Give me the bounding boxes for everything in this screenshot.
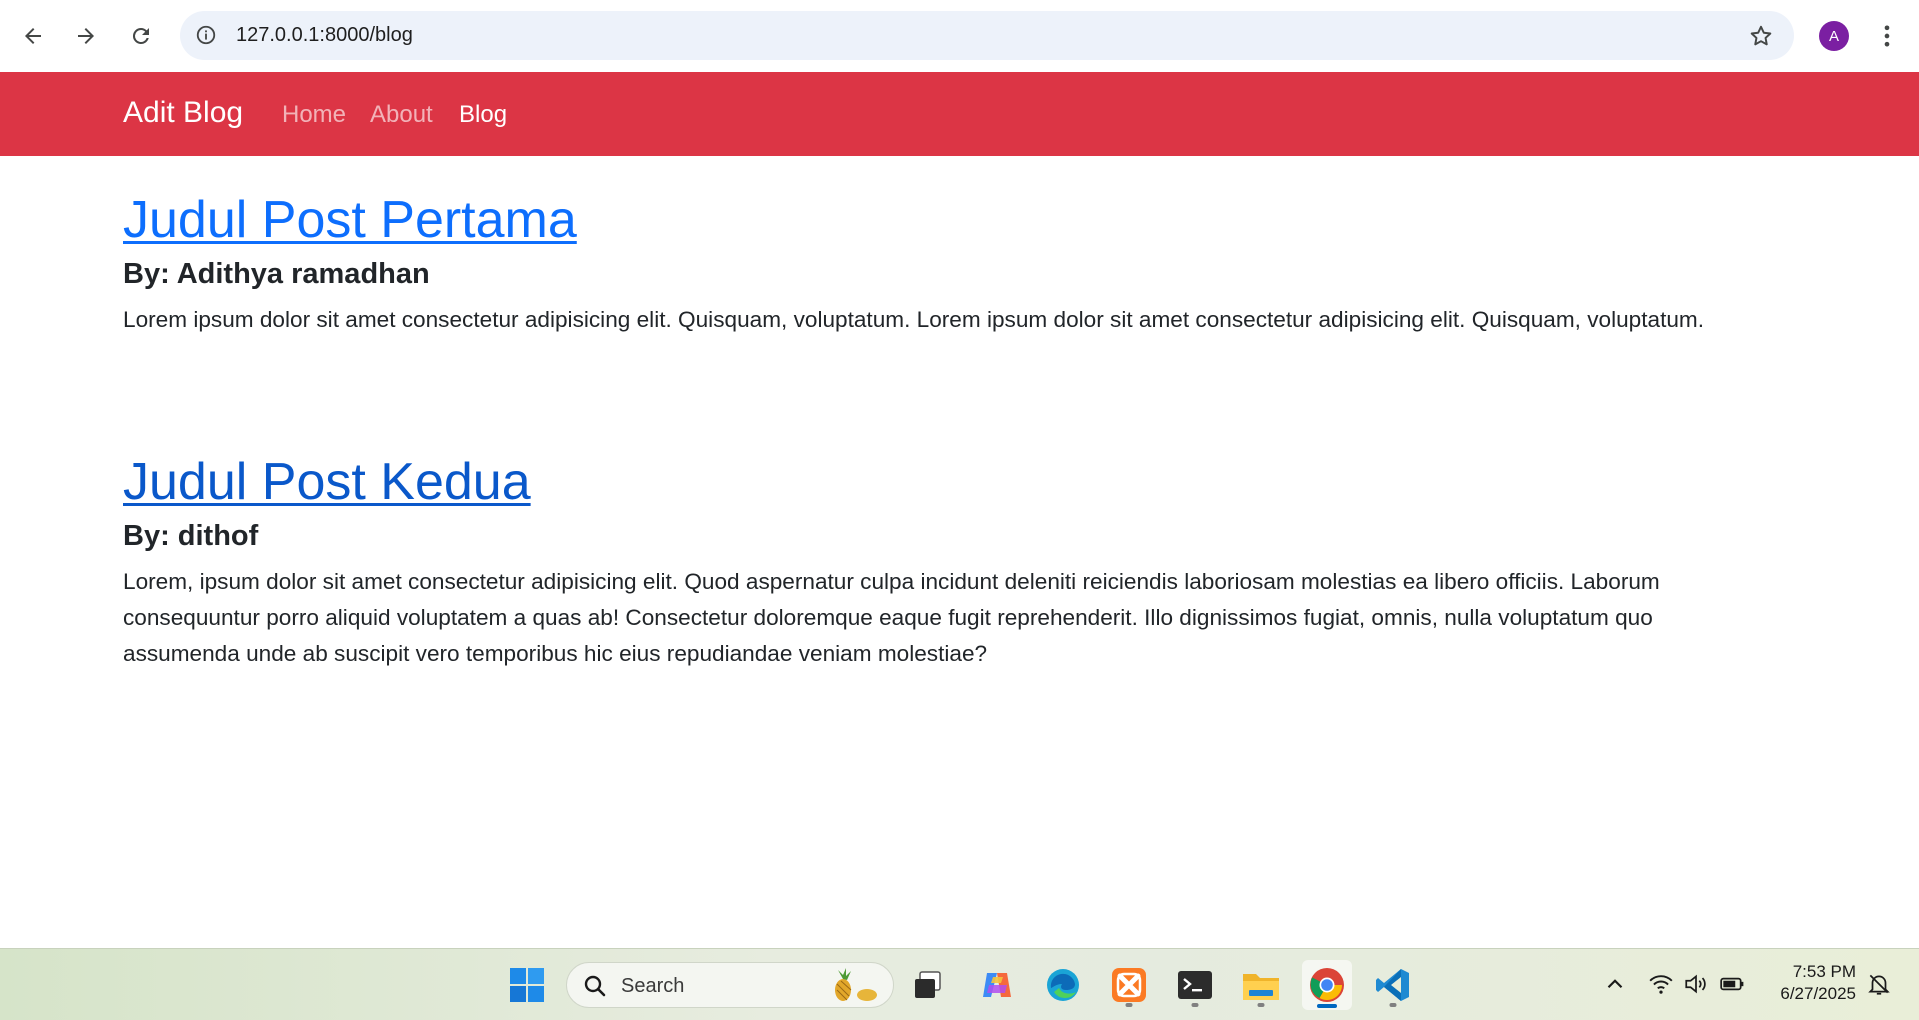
address-bar[interactable]: 127.0.0.1:8000/blog <box>180 11 1794 60</box>
notification-bell-icon[interactable] <box>1866 971 1892 997</box>
clock-time: 7:53 PM <box>1792 962 1856 981</box>
back-icon <box>25 28 41 44</box>
folder-icon <box>1243 974 1279 1000</box>
chrome-button[interactable] <box>1302 960 1352 1010</box>
vscode-button[interactable] <box>1369 961 1417 1009</box>
chrome-icon <box>1310 968 1344 1002</box>
windows-taskbar: Search 7:53 PM 6/27/2025 <box>0 948 1919 1020</box>
reload-button[interactable] <box>121 16 161 56</box>
post-item: Judul Post Kedua By: dithof Lorem, ipsum… <box>123 452 1773 672</box>
edge-icon <box>1047 969 1079 1001</box>
reload-icon <box>132 27 149 44</box>
nav-link-blog[interactable]: Blog <box>459 100 507 130</box>
running-indicator <box>1317 1004 1337 1008</box>
wifi-icon[interactable] <box>1648 971 1674 997</box>
forward-icon <box>78 28 94 44</box>
post-title-link[interactable]: Judul Post Pertama <box>123 190 577 250</box>
back-button[interactable] <box>13 16 53 56</box>
kebab-menu-icon[interactable] <box>1873 22 1901 50</box>
pineapple-icon <box>835 968 877 1001</box>
copilot-button[interactable] <box>973 961 1021 1009</box>
post-title-link[interactable]: Judul Post Kedua <box>123 452 531 512</box>
terminal-button[interactable] <box>1171 961 1219 1009</box>
system-clock[interactable]: 7:53 PM 6/27/2025 <box>1772 961 1856 1005</box>
info-icon[interactable] <box>195 24 217 46</box>
running-indicator <box>1257 1003 1265 1007</box>
file-explorer-button[interactable] <box>1237 961 1285 1009</box>
post-author: By: Adithya ramadhan <box>123 258 430 290</box>
search-icon <box>584 975 606 997</box>
search-label: Search <box>621 975 685 997</box>
chevron-up-icon[interactable] <box>1602 971 1628 997</box>
taskbar-search[interactable]: Search <box>566 962 894 1008</box>
nav-link-about[interactable]: About <box>370 100 433 130</box>
brand-link[interactable]: Adit Blog <box>123 95 243 131</box>
start-button[interactable] <box>503 961 551 1009</box>
xampp-button[interactable] <box>1105 961 1153 1009</box>
edge-button[interactable] <box>1039 961 1087 1009</box>
xampp-icon <box>1112 968 1146 1002</box>
avatar-initial: A <box>1828 27 1839 45</box>
site-navbar: Adit Blog Home About Blog <box>0 72 1919 156</box>
star-icon[interactable] <box>1748 23 1774 49</box>
forward-button[interactable] <box>66 16 106 56</box>
clock-date: 6/27/2025 <box>1780 984 1856 1003</box>
post-body: Lorem ipsum dolor sit amet consectetur a… <box>123 307 1705 332</box>
terminal-icon <box>1178 971 1212 999</box>
browser-toolbar: 127.0.0.1:8000/blog A <box>0 0 1919 72</box>
nav-link-home[interactable]: Home <box>282 100 346 130</box>
battery-icon[interactable] <box>1719 971 1745 997</box>
task-view-button[interactable] <box>904 961 952 1009</box>
running-indicator <box>1191 1003 1199 1007</box>
url-text[interactable]: 127.0.0.1:8000/blog <box>236 24 413 46</box>
volume-icon[interactable] <box>1683 971 1709 997</box>
post-body: Lorem, ipsum dolor sit amet consectetur … <box>123 569 1660 666</box>
running-indicator <box>1389 1003 1397 1007</box>
vscode-icon <box>1376 969 1409 1001</box>
task-view-icon <box>915 971 941 998</box>
running-indicator <box>1125 1003 1133 1007</box>
profile-avatar[interactable]: A <box>1819 21 1849 51</box>
post-author: By: dithof <box>123 520 259 552</box>
copilot-icon <box>983 973 1011 997</box>
post-item: Judul Post Pertama By: Adithya ramadhan … <box>123 190 1773 338</box>
windows-logo-icon <box>510 968 544 1002</box>
